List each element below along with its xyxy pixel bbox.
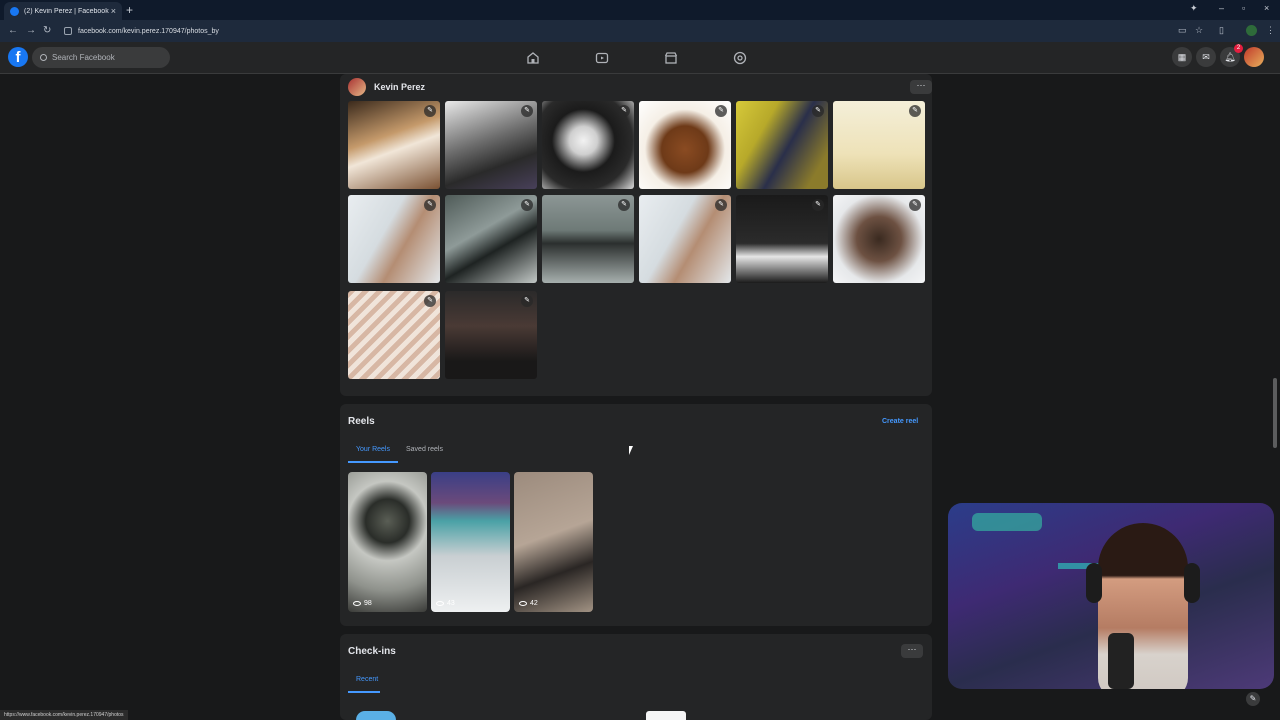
forward-icon[interactable]: → <box>26 25 36 36</box>
photo-item[interactable]: ✎ <box>445 195 537 283</box>
browser-tab-bar: (2) Kevin Perez | Facebook × + ✦ – ▫ × <box>0 0 1280 20</box>
photo-item[interactable]: ✎ <box>348 195 440 283</box>
install-app-icon[interactable]: ▭ <box>1178 25 1188 35</box>
edit-pencil-icon[interactable]: ✎ <box>521 105 533 117</box>
checkins-more-button[interactable]: ··· <box>901 644 923 658</box>
eye-icon <box>519 601 527 606</box>
checkin-place-thumbnail[interactable] <box>646 711 686 720</box>
edit-pencil-icon[interactable]: ✎ <box>618 105 630 117</box>
maximize-icon[interactable]: ▫ <box>1242 3 1245 13</box>
search-input[interactable]: Search Facebook <box>32 47 170 68</box>
edit-pencil-icon[interactable]: ✎ <box>521 199 533 211</box>
edit-pencil-icon[interactable]: ✎ <box>521 295 533 307</box>
facebook-header: f Search Facebook ▦ ✉ 🔔︎ 2 <box>0 42 1280 74</box>
messenger-icon[interactable]: ✉ <box>1196 47 1216 67</box>
create-reel-link[interactable]: Create reel <box>882 418 918 425</box>
photo-item[interactable]: ✎ <box>445 291 537 379</box>
browser-toolbar: ← → ↻ facebook.com/kevin.perez.170947/ph… <box>0 20 1280 42</box>
checkin-place-icon[interactable] <box>356 711 396 720</box>
photo-item[interactable]: ✎ <box>445 101 537 189</box>
url-text: facebook.com/kevin.perez.170947/photos_b… <box>78 27 219 35</box>
close-tab-icon[interactable]: × <box>111 6 116 16</box>
close-window-icon[interactable]: × <box>1264 3 1269 13</box>
site-info-icon[interactable] <box>64 27 72 35</box>
edit-pencil-icon[interactable]: ✎ <box>715 105 727 117</box>
webcam-overlay <box>948 503 1274 689</box>
photo-item[interactable]: ✎ <box>639 101 731 189</box>
edit-pencil-icon[interactable]: ✎ <box>812 199 824 211</box>
bookmark-star-icon[interactable]: ☆ <box>1195 25 1205 35</box>
facebook-logo-icon[interactable]: f <box>8 47 28 67</box>
tab-saved-reels[interactable]: Saved reels <box>406 446 443 453</box>
reel-views: 43 <box>436 600 455 607</box>
profile-more-button[interactable]: ··· <box>910 80 932 94</box>
facebook-favicon-icon <box>10 6 19 16</box>
photo-item[interactable]: ✎ <box>542 195 634 283</box>
account-avatar[interactable] <box>1244 47 1264 67</box>
search-placeholder: Search Facebook <box>52 53 115 62</box>
video-nav-icon[interactable] <box>595 51 609 65</box>
reload-icon[interactable]: ↻ <box>43 25 51 36</box>
link-status-bar: https://www.facebook.com/kevin.perez.170… <box>0 710 128 720</box>
gaming-nav-icon[interactable] <box>733 51 747 65</box>
browser-menu-icon[interactable]: ⋮ <box>1266 25 1276 35</box>
address-bar[interactable]: facebook.com/kevin.perez.170947/photos_b… <box>58 23 1168 39</box>
tab-title: (2) Kevin Perez | Facebook <box>24 7 109 15</box>
new-message-icon[interactable]: ✎ <box>1246 692 1260 706</box>
edit-pencil-icon[interactable]: ✎ <box>812 105 824 117</box>
search-icon <box>40 54 47 61</box>
home-nav-icon[interactable] <box>526 51 540 65</box>
edit-pencil-icon[interactable]: ✎ <box>715 199 727 211</box>
reels-card <box>340 404 932 626</box>
minimize-icon[interactable]: – <box>1219 3 1224 13</box>
profile-header: Kevin Perez <box>340 74 932 100</box>
menu-grid-icon[interactable]: ▦ <box>1172 47 1192 67</box>
mouse-cursor-icon <box>629 446 633 455</box>
edit-pencil-icon[interactable]: ✎ <box>424 199 436 211</box>
edit-pencil-icon[interactable]: ✎ <box>909 105 921 117</box>
photo-item[interactable]: ✎ <box>348 291 440 379</box>
eye-icon <box>436 601 444 606</box>
profile-name[interactable]: Kevin Perez <box>374 82 425 92</box>
photo-item[interactable]: ✎ <box>736 101 828 189</box>
checkins-title: Check-ins <box>348 646 396 657</box>
new-tab-icon[interactable]: + <box>126 3 133 17</box>
notification-badge: 2 <box>1234 44 1243 53</box>
profile-avatar[interactable] <box>348 78 366 96</box>
photo-item[interactable]: ✎ <box>542 101 634 189</box>
microphone-icon <box>1108 633 1134 689</box>
edit-pencil-icon[interactable]: ✎ <box>424 105 436 117</box>
tab-your-reels[interactable]: Your Reels <box>356 446 390 453</box>
reels-title: Reels <box>348 416 375 427</box>
reel-views: 98 <box>353 600 372 607</box>
reel-item[interactable]: 43 <box>431 472 510 612</box>
eye-icon <box>353 601 361 606</box>
edit-pencil-icon[interactable]: ✎ <box>909 199 921 211</box>
extensions-icon[interactable]: ✦ <box>1190 3 1198 14</box>
sidebar-icon[interactable]: ▯ <box>1219 25 1229 35</box>
active-tab-indicator <box>348 691 380 693</box>
page-scrollbar[interactable] <box>1273 378 1277 448</box>
photo-item[interactable]: ✎ <box>736 195 828 283</box>
active-tab-indicator <box>348 461 398 463</box>
edit-pencil-icon[interactable]: ✎ <box>618 199 630 211</box>
photo-item[interactable]: ✎ <box>833 195 925 283</box>
notifications-icon[interactable]: 🔔︎ 2 <box>1220 44 1243 67</box>
marketplace-nav-icon[interactable] <box>664 51 678 65</box>
photo-item[interactable]: ✎ <box>833 101 925 189</box>
tab-recent[interactable]: Recent <box>356 676 378 683</box>
photo-item[interactable]: ✎ <box>348 101 440 189</box>
reel-item[interactable]: 42 <box>514 472 593 612</box>
back-icon[interactable]: ← <box>8 25 18 36</box>
browser-tab[interactable]: (2) Kevin Perez | Facebook × <box>4 2 122 20</box>
reel-item[interactable]: 98 <box>348 472 427 612</box>
checkins-card <box>340 634 932 720</box>
edit-pencil-icon[interactable]: ✎ <box>424 295 436 307</box>
photo-item[interactable]: ✎ <box>639 195 731 283</box>
profile-icon[interactable] <box>1246 25 1257 36</box>
reel-views: 42 <box>519 600 538 607</box>
